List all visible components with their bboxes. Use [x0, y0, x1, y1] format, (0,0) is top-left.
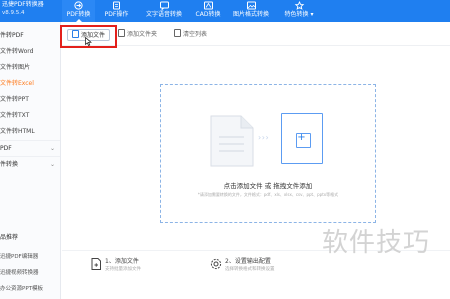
sidebar-divider [0, 140, 60, 141]
clear-list-button[interactable]: 清空列表 [174, 29, 207, 41]
add-file-step-icon [91, 258, 101, 270]
chevron-down-icon: ▾ [310, 11, 314, 18]
header-bar: 迅捷PDF转换器 v8.9.5.4 PDF转换 PDF操作 文字语音转换 CAD… [0, 0, 450, 22]
app-title: 迅捷PDF转换器 [2, 1, 44, 8]
drop-zone-hint: *请添加需要转换的文件，文件格式：pdf、xls、xlsx、csv、ppt、pp… [197, 192, 339, 197]
sidebar-group-label: 件转换 [0, 161, 19, 168]
sidebar-item-txt[interactable]: 文件转TXT [0, 111, 60, 120]
nav-cad[interactable]: CAD转换 [193, 0, 223, 22]
nav-label-text: 特色转换 [284, 11, 309, 18]
sidebar-item-excel[interactable]: 文件转Excel [0, 79, 60, 88]
nav-label: PDF转换 [66, 11, 91, 18]
file-drop-zone[interactable] [160, 84, 376, 223]
sidebar-item-ppt[interactable]: 文件转PPT [0, 95, 60, 104]
sidebar-divider [0, 156, 60, 157]
step-title: 1、添加文件 [105, 258, 139, 265]
nav-label: PDF操作 [104, 11, 129, 18]
nav-image-format[interactable]: 图片格式转换 [230, 0, 272, 22]
step-subtitle: 支持批量添加文件 [105, 267, 141, 272]
step-add-file: 1、添加文件 支持批量添加文件 [105, 258, 141, 274]
recommend-item-pdf-editor[interactable]: 迅捷PDF编辑器 [0, 252, 38, 260]
nav-label: 图片格式转换 [232, 11, 269, 18]
gear-icon [210, 258, 222, 270]
nav-label: CAD转换 [195, 11, 221, 18]
special-convert-icon [294, 1, 304, 10]
sidebar-item-word[interactable]: 文件转Word [0, 47, 60, 56]
cad-icon [203, 1, 213, 10]
step-subtitle: 选择转换格式和转换设置 [225, 267, 275, 272]
nav-pdf-convert[interactable]: PDF转换 [62, 0, 95, 22]
app-brand: 迅捷PDF转换器 v8.9.5.4 [2, 1, 44, 17]
sidebar-section-title: 件转PDF [0, 32, 24, 39]
plus-icon: + [297, 132, 306, 143]
toolbar: 添加文件 添加文件夹 清空列表 [62, 22, 450, 46]
document-icon [210, 115, 254, 167]
add-folder-button[interactable]: 添加文件夹 [118, 29, 157, 41]
mouse-pointer-icon [85, 37, 92, 46]
clear-list-label: 清空列表 [183, 31, 208, 38]
sidebar-group-convert[interactable]: 件转换 ⌄ [0, 160, 60, 169]
text-speech-icon [159, 1, 169, 10]
step-output-settings: 2、设置输出配置 选择转换格式和转换设置 [225, 258, 275, 274]
recommend-item-video-converter[interactable]: 迅捷视频转换器 [0, 268, 39, 276]
nav-pdf-operate[interactable]: PDF操作 [100, 0, 133, 22]
arrow-right-icon: › › › [258, 133, 269, 142]
step-title: 2、设置输出配置 [225, 258, 271, 265]
pdf-operate-icon [113, 1, 120, 10]
trash-icon [174, 29, 181, 37]
chevron-down-icon: ⌄ [49, 161, 55, 168]
nav-special-convert[interactable]: 特色转换 ▾ [279, 0, 319, 22]
drop-zone-title: 点击添加文件 或 拖拽文件添加 [223, 182, 313, 190]
sidebar-group-pdf[interactable]: PDF ⌄ [0, 144, 60, 153]
app-version: v8.9.5.4 [2, 10, 25, 16]
sidebar-item-html[interactable]: 文件转HTML [0, 127, 60, 136]
sidebar-item-image[interactable]: 文件转图片 [0, 63, 60, 72]
chevron-down-icon: ⌄ [49, 145, 55, 152]
folder-add-icon [118, 29, 125, 37]
nav-label: 文字语音转换 [145, 11, 182, 18]
recommend-item-ppt-templates[interactable]: 办公资源PPT模板 [0, 284, 43, 292]
recommend-title: 品推荐 [0, 234, 19, 241]
nav-label: 特色转换 ▾ [279, 10, 319, 19]
add-folder-label: 添加文件夹 [127, 31, 158, 38]
nav-text-speech[interactable]: 文字语音转换 [142, 0, 186, 22]
image-format-icon [246, 1, 256, 10]
watermark-text: 软件技巧 [322, 228, 431, 258]
sidebar-group-label: PDF [0, 145, 12, 152]
pdf-convert-icon [74, 1, 83, 10]
